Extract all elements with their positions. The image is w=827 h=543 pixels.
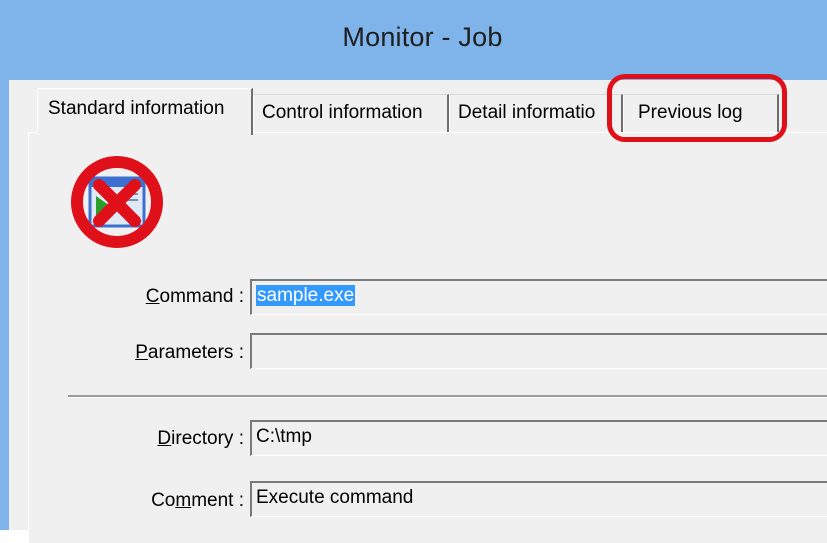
title-bar[interactable]: Monitor - Job — [9, 0, 827, 80]
tab-label: Control information — [262, 102, 423, 123]
tab-standard-information[interactable]: Standard information — [37, 88, 253, 135]
command-field[interactable]: sample.exe — [250, 279, 827, 315]
tab-label: Standard information — [48, 98, 225, 119]
tab-control-information[interactable]: Control information — [253, 94, 449, 132]
tab-detail-information[interactable]: Detail informatio — [449, 94, 623, 132]
command-label: Command : — [145, 286, 244, 307]
parameters-label: Parameters : — [135, 342, 244, 363]
job-error-icon — [71, 156, 163, 248]
comment-label: Comment : — [151, 490, 244, 511]
separator — [68, 395, 827, 398]
tab-label: Detail informatio — [458, 102, 596, 123]
parameters-field[interactable] — [250, 333, 827, 369]
previous-log-highlight-annotation — [607, 74, 787, 142]
directory-field[interactable]: C:\tmp — [250, 420, 827, 456]
command-value: sample.exe — [256, 285, 356, 306]
window-title: Monitor - Job — [342, 22, 503, 52]
directory-label: Directory : — [157, 428, 244, 449]
comment-field[interactable]: Execute command — [250, 481, 827, 517]
